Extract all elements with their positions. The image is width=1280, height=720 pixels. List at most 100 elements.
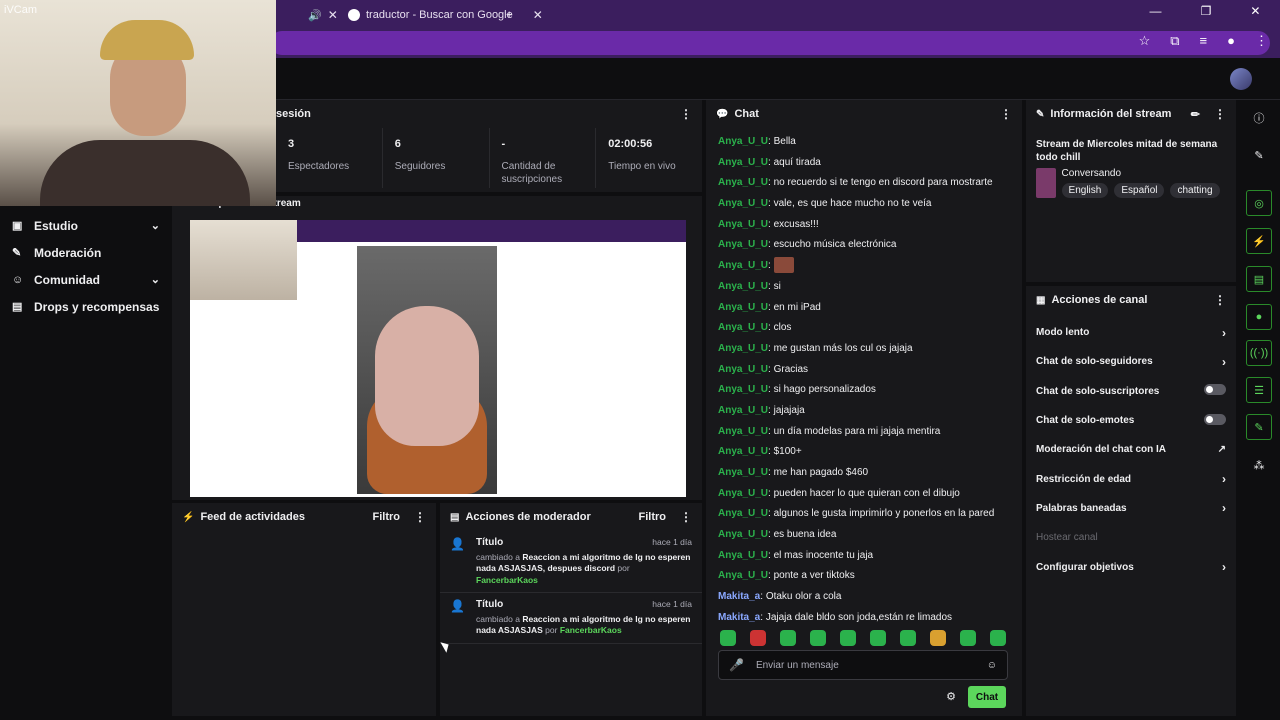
filter-button[interactable]: Filtro: [639, 511, 667, 523]
media-icon[interactable]: ≡: [1200, 33, 1208, 49]
chat-message[interactable]: Anya_U_U: me han pagado $460: [718, 463, 1010, 484]
address-bar[interactable]: [270, 31, 1270, 55]
chat-message[interactable]: Anya_U_U: clos: [718, 318, 1010, 339]
sidebar-item-estudio[interactable]: ▣ Estudio ⌄: [0, 212, 172, 239]
chat-message[interactable]: Anya_U_U: el mas inocente tu jaja: [718, 546, 1010, 567]
chat-message[interactable]: Anya_U_U: aquí tirada: [718, 153, 1010, 174]
minimize-icon[interactable]: —: [1150, 4, 1162, 24]
microphone-icon[interactable]: 🎤: [729, 658, 744, 672]
emote-icon[interactable]: [750, 630, 766, 646]
chat-username[interactable]: Anya_U_U: [718, 570, 768, 581]
chat-bubble-icon[interactable]: ●: [1246, 304, 1272, 330]
entry-user[interactable]: FancerbarKaos: [560, 625, 622, 635]
edit-icon[interactable]: ✏: [1191, 108, 1200, 121]
layout-icon[interactable]: ☰: [1246, 377, 1272, 403]
more-icon[interactable]: ⋮: [680, 510, 692, 524]
close-tab-icon[interactable]: ✕: [328, 8, 338, 22]
action-age-restriction[interactable]: Restricción de edad ›: [1026, 464, 1236, 493]
chat-username[interactable]: Anya_U_U: [718, 302, 768, 313]
chat-username[interactable]: Makita_a: [718, 591, 760, 602]
chat-message[interactable]: Anya_U_U: no recuerdo si te tengo en dis…: [718, 173, 1010, 194]
browser-tab[interactable]: traductor - Buscar con Google ✕: [348, 4, 543, 26]
gear-icon[interactable]: ⚙: [946, 690, 956, 703]
filter-button[interactable]: Filtro: [373, 511, 401, 523]
wrench-icon[interactable]: ✎: [1246, 414, 1272, 440]
chat-message[interactable]: Anya_U_U: escucho música electrónica: [718, 235, 1010, 256]
star-icon[interactable]: ☆: [1139, 33, 1151, 49]
chat-message[interactable]: Anya_U_U: me gustan más los cul os jajaj…: [718, 339, 1010, 360]
chat-message-list[interactable]: Anya_U_U: Bella Anya_U_U: aquí tirada Anya…: [706, 128, 1022, 633]
chat-username[interactable]: Anya_U_U: [718, 343, 768, 354]
action-ai-moderation[interactable]: Moderación del chat con IA ↗: [1026, 435, 1236, 464]
emote-icon[interactable]: [930, 630, 946, 646]
chat-message[interactable]: Anya_U_U: si hago personalizados: [718, 380, 1010, 401]
lightning-icon[interactable]: ⚡: [1246, 228, 1272, 254]
extensions-icon[interactable]: ⧉: [1170, 33, 1179, 49]
more-icon[interactable]: ⋮: [414, 510, 426, 524]
chat-username[interactable]: Anya_U_U: [718, 550, 768, 561]
chat-username[interactable]: Anya_U_U: [718, 405, 768, 416]
chat-message[interactable]: Makita_a: Jajaja dale bldo son joda,está…: [718, 608, 1010, 629]
chat-username[interactable]: Anya_U_U: [718, 198, 768, 209]
chat-username[interactable]: Anya_U_U: [718, 529, 768, 540]
menu-icon[interactable]: ⋮: [1255, 33, 1268, 49]
action-followers-only[interactable]: Chat de solo-seguidores ›: [1026, 347, 1236, 376]
clip-icon[interactable]: ◎: [1246, 190, 1272, 216]
chat-username[interactable]: Anya_U_U: [718, 488, 768, 499]
chat-message[interactable]: Anya_U_U: excusas!!!: [718, 215, 1010, 236]
action-banned-words[interactable]: Palabras baneadas ›: [1026, 494, 1236, 523]
subs-only-toggle[interactable]: [1204, 384, 1226, 396]
chat-message[interactable]: Anya_U_U: Gracias: [718, 360, 1010, 381]
chat-message[interactable]: Anya_U_U: ponte a ver tiktoks: [718, 566, 1010, 587]
emote-icon[interactable]: [720, 630, 736, 646]
chat-message[interactable]: Anya_U_U: algunos le gusta imprimirlo y …: [718, 504, 1010, 525]
tag[interactable]: Español: [1114, 183, 1165, 198]
action-goals[interactable]: Configurar objetivos ›: [1026, 552, 1236, 581]
chat-username[interactable]: Anya_U_U: [718, 364, 768, 375]
action-slow-mode[interactable]: Modo lento ›: [1026, 318, 1236, 347]
broadcast-icon[interactable]: ((·)): [1246, 340, 1272, 366]
chat-username[interactable]: Anya_U_U: [718, 467, 768, 478]
avatar[interactable]: [1230, 68, 1252, 90]
sidebar-item-comunidad[interactable]: ☺ Comunidad ⌄: [0, 266, 172, 293]
chat-username[interactable]: Anya_U_U: [718, 219, 768, 230]
chat-message[interactable]: Anya_U_U: Bella: [718, 132, 1010, 153]
emote-icon[interactable]: [840, 630, 856, 646]
pencil-icon[interactable]: ✎: [1246, 142, 1272, 168]
chat-username[interactable]: Anya_U_U: [718, 281, 768, 292]
stream-preview[interactable]: [190, 220, 686, 497]
emoji-icon[interactable]: ☺: [987, 660, 997, 671]
more-icon[interactable]: ⋮: [1214, 293, 1226, 307]
notes-icon[interactable]: ▤: [1246, 266, 1272, 292]
chat-input[interactable]: 🎤 Enviar un mensaje ☺: [718, 650, 1008, 680]
send-chat-button[interactable]: Chat: [968, 686, 1006, 708]
chat-username[interactable]: Anya_U_U: [718, 239, 768, 250]
chat-message[interactable]: Anya_U_U: si: [718, 277, 1010, 298]
emote-icon[interactable]: [960, 630, 976, 646]
chat-message[interactable]: Anya_U_U: $100+: [718, 442, 1010, 463]
restore-icon[interactable]: ❐: [1201, 4, 1212, 24]
more-icon[interactable]: ⋮: [680, 107, 692, 121]
chat-username[interactable]: Anya_U_U: [718, 157, 768, 168]
speaker-icon[interactable]: 🔊: [308, 9, 322, 22]
chat-message[interactable]: Anya_U_U: vale, es que hace mucho no te …: [718, 194, 1010, 215]
emote-icon[interactable]: [810, 630, 826, 646]
chat-username[interactable]: Anya_U_U: [718, 177, 768, 188]
chat-username[interactable]: Anya_U_U: [718, 446, 768, 457]
emote-icon[interactable]: [870, 630, 886, 646]
chat-message[interactable]: Anya_U_U: es buena idea: [718, 525, 1010, 546]
sidebar-item-moderacion[interactable]: ✎ Moderación: [0, 239, 172, 266]
entry-user[interactable]: FancerbarKaos: [476, 575, 538, 585]
chat-message[interactable]: Anya_U_U: pueden hacer lo que quieran co…: [718, 484, 1010, 505]
chat-username[interactable]: Makita_a: [718, 612, 760, 623]
chat-username[interactable]: Anya_U_U: [718, 426, 768, 437]
profile-icon[interactable]: ●: [1227, 33, 1235, 49]
more-icon[interactable]: ⋮: [1000, 107, 1012, 121]
chat-username[interactable]: Anya_U_U: [718, 136, 768, 147]
chat-message[interactable]: Anya_U_U: un día modelas para mi jajaja …: [718, 422, 1010, 443]
add-panel-icon[interactable]: ⁂: [1246, 452, 1272, 478]
emotes-only-toggle[interactable]: [1204, 413, 1226, 425]
close-window-icon[interactable]: ✕: [1250, 4, 1260, 24]
chat-username[interactable]: Anya_U_U: [718, 322, 768, 333]
chat-message[interactable]: Anya_U_U: jajajaja: [718, 401, 1010, 422]
